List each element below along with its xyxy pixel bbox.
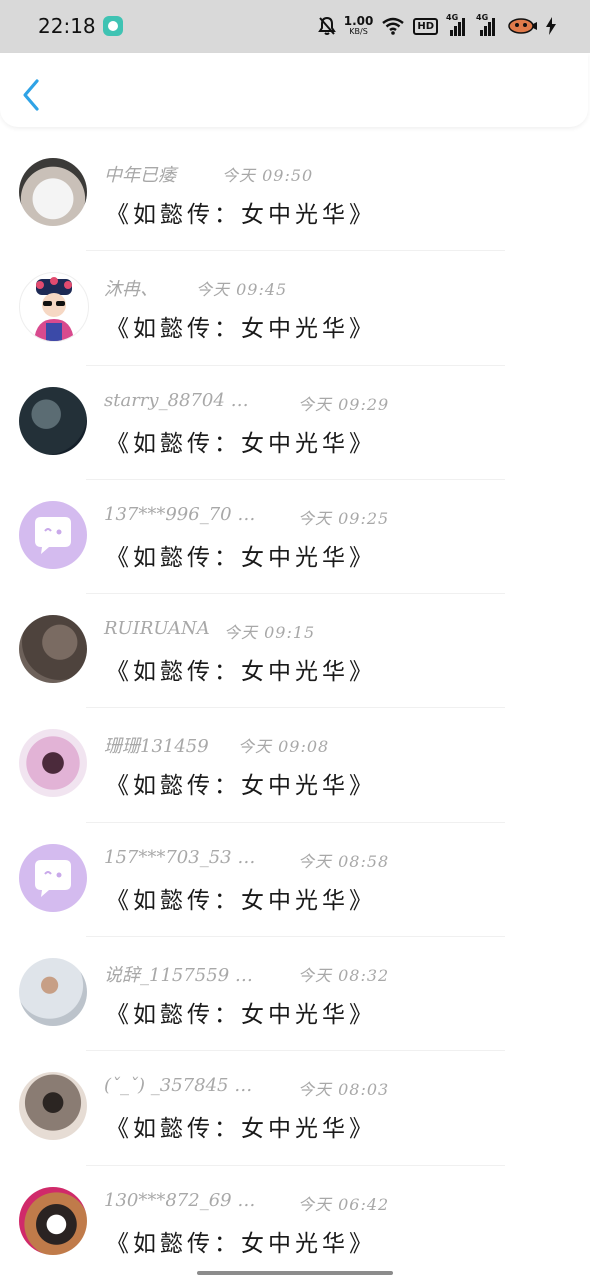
timestamp: 今天 09:29 xyxy=(298,394,390,414)
avatar[interactable] xyxy=(19,500,87,569)
list-item[interactable]: 137***996_70 … 今天 09:25 《如懿传：女中光华》 xyxy=(0,480,590,595)
comment-text: 《如懿传：女中光华》 xyxy=(106,773,376,800)
timestamp: 今天 06:42 xyxy=(298,1194,390,1214)
status-icons: 1.00 KB/S HD 4G 4G xyxy=(317,13,556,39)
comment-meta: 137***996_70 … 今天 09:25 xyxy=(104,502,424,530)
timestamp: 今天 09:08 xyxy=(238,737,330,757)
charging-icon xyxy=(546,17,556,35)
comment-text: 《如懿传：女中光华》 xyxy=(106,430,376,457)
comment-meta: RUIRUANA 今天 09:15 xyxy=(104,616,424,644)
comment-meta: 130***872_69 … 今天 06:42 xyxy=(104,1188,424,1216)
avatar[interactable] xyxy=(19,1072,87,1141)
timestamp: 今天 09:50 xyxy=(222,166,314,185)
bell-off-icon xyxy=(317,16,336,35)
timestamp: 今天 08:32 xyxy=(298,966,390,986)
avatar[interactable] xyxy=(19,272,89,343)
network-type-1: 4G xyxy=(446,13,459,22)
username[interactable]: 珊珊131459 xyxy=(104,732,209,758)
chevron-left-icon xyxy=(23,79,39,111)
network-type-2: 4G xyxy=(476,13,489,22)
battery-icon xyxy=(508,18,537,34)
comment-text: 《如懿传：女中光华》 xyxy=(106,887,376,914)
hd-badge: HD xyxy=(413,17,438,35)
wifi-icon xyxy=(382,17,405,35)
comment-text: 《如懿传：女中光华》 xyxy=(106,1116,376,1143)
comment-meta: 157***703_53 … 今天 08:58 xyxy=(104,845,424,873)
username[interactable]: starry_88704 … xyxy=(104,390,249,411)
chat-bubble-icon xyxy=(35,516,71,554)
chat-bubble-icon xyxy=(35,859,71,897)
timestamp: 今天 09:25 xyxy=(298,508,390,528)
status-time: 22:18 xyxy=(38,14,96,38)
comment-text: 《如懿传：女中光华》 xyxy=(106,1230,376,1257)
timestamp: 今天 09:45 xyxy=(196,280,288,300)
queen-avatar-icon xyxy=(34,277,74,342)
username[interactable]: (ˇ_ˇ) _357845 … xyxy=(104,1075,252,1096)
comment-meta: 说辞_1157559 … 今天 08:32 xyxy=(104,959,424,987)
list-item[interactable]: RUIRUANA 今天 09:15 《如懿传：女中光华》 xyxy=(0,594,590,709)
comment-list: 中年已痿 今天 09:50 《如懿传：女中光华》 沐冉、 今天 09:45 《如… xyxy=(0,137,590,1280)
avatar[interactable] xyxy=(19,158,87,226)
avatar[interactable] xyxy=(19,1186,87,1255)
comment-meta: 沐冉、 今天 09:45 xyxy=(104,273,424,301)
username[interactable]: 中年已痿 xyxy=(104,161,176,187)
username[interactable]: 130***872_69 … xyxy=(104,1190,255,1211)
list-item[interactable]: 沐冉、 今天 09:45 《如懿传：女中光华》 xyxy=(0,251,590,366)
timestamp: 今天 08:03 xyxy=(298,1080,390,1100)
avatar[interactable] xyxy=(19,843,87,912)
username[interactable]: 157***703_53 … xyxy=(104,847,255,868)
avatar[interactable] xyxy=(19,615,87,684)
list-item[interactable]: 130***872_69 … 今天 06:42 《如懿传：女中光华》 xyxy=(0,1166,590,1280)
comment-meta: (ˇ_ˇ) _357845 … 今天 08:03 xyxy=(104,1073,424,1101)
avatar[interactable] xyxy=(19,386,87,455)
back-button[interactable] xyxy=(18,77,48,113)
comment-text: 《如懿传：女中光华》 xyxy=(106,202,376,228)
comment-meta: starry_88704 … 今天 09:29 xyxy=(104,388,424,416)
list-item[interactable]: 中年已痿 今天 09:50 《如懿传：女中光华》 xyxy=(0,137,590,252)
avatar[interactable] xyxy=(19,958,87,1027)
app-notification-icon xyxy=(103,16,123,36)
comment-text: 《如懿传：女中光华》 xyxy=(106,1002,376,1029)
speed-unit: KB/S xyxy=(349,27,368,36)
comment-text: 《如懿传：女中光华》 xyxy=(106,544,376,571)
signal-icon: 4G xyxy=(476,13,498,36)
status-bar: 22:18 1.00 KB/S HD 4G 4G xyxy=(0,0,590,53)
signal-icon: 4G xyxy=(446,13,468,36)
list-item[interactable]: (ˇ_ˇ) _357845 … 今天 08:03 《如懿传：女中光华》 xyxy=(0,1051,590,1166)
comment-meta: 中年已痿 今天 09:50 xyxy=(104,159,424,187)
top-nav-bar xyxy=(0,53,588,127)
home-indicator[interactable] xyxy=(197,1271,393,1275)
username[interactable]: 137***996_70 … xyxy=(104,504,255,525)
list-item[interactable]: 157***703_53 … 今天 08:58 《如懿传：女中光华》 xyxy=(0,823,590,938)
username[interactable]: 沐冉、 xyxy=(104,275,158,301)
network-speed: 1.00 KB/S xyxy=(343,14,374,36)
speed-value: 1.00 xyxy=(343,14,374,28)
list-item[interactable]: 珊珊131459 今天 09:08 《如懿传：女中光华》 xyxy=(0,708,590,823)
list-item[interactable]: starry_88704 … 今天 09:29 《如懿传：女中光华》 xyxy=(0,366,590,480)
username[interactable]: 说辞_1157559 … xyxy=(104,961,253,987)
comment-text: 《如懿传：女中光华》 xyxy=(106,316,376,343)
avatar[interactable] xyxy=(19,729,87,798)
comment-text: 《如懿传：女中光华》 xyxy=(106,659,376,686)
username[interactable]: RUIRUANA xyxy=(104,618,210,639)
timestamp: 今天 08:58 xyxy=(298,851,390,871)
timestamp: 今天 09:15 xyxy=(224,623,316,643)
list-item[interactable]: 说辞_1157559 … 今天 08:32 《如懿传：女中光华》 xyxy=(0,937,590,1052)
comment-meta: 珊珊131459 今天 09:08 xyxy=(104,730,424,758)
